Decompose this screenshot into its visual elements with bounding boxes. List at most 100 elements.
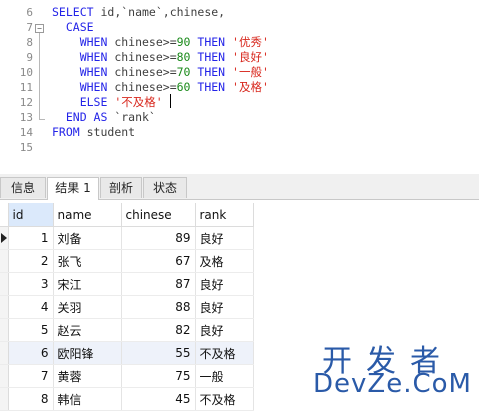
cell-rank[interactable]: 良好 (195, 272, 254, 296)
row-marker[interactable] (0, 272, 9, 296)
code-token: 90 (176, 35, 191, 49)
row-marker[interactable] (0, 226, 9, 250)
row-marker[interactable] (0, 318, 9, 342)
tab-profile[interactable]: 剖析 (100, 177, 142, 198)
cell-chinese[interactable]: 82 (121, 318, 196, 342)
cell-id[interactable]: 7 (8, 364, 54, 388)
code-token: student (86, 125, 136, 139)
code-line[interactable]: 10 WHEN chinese>=70 THEN '一般' (0, 65, 479, 80)
cell-id[interactable]: 1 (8, 226, 54, 250)
cell-id[interactable]: 3 (8, 272, 54, 296)
tab-status[interactable]: 状态 (143, 177, 187, 198)
code-text: CASE (52, 20, 94, 35)
line-number: 7 (26, 21, 33, 34)
code-line[interactable]: 12 ELSE '不及格' (0, 95, 479, 110)
table-row[interactable]: 5 赵云 82 良好 (0, 318, 254, 342)
code-token: WHEN (52, 35, 115, 49)
column-header-rank[interactable]: rank (195, 203, 254, 227)
cell-id[interactable]: 2 (8, 249, 54, 273)
code-token: chinese>= (114, 80, 177, 94)
code-token: WHEN (52, 80, 115, 94)
line-number: 6 (26, 6, 33, 19)
code-token: CASE (52, 20, 94, 34)
code-text: END AS `rank` (52, 110, 156, 125)
cell-name[interactable]: 韩信 (53, 387, 122, 411)
code-token: `rank` (114, 110, 156, 124)
code-line[interactable]: 13 END AS `rank` (0, 110, 479, 125)
code-line[interactable]: 8 WHEN chinese>=90 THEN '优秀' (0, 35, 479, 50)
code-text: WHEN chinese>=90 THEN '优秀' (52, 35, 269, 50)
code-text: WHEN chinese>=70 THEN '一般' (52, 65, 269, 80)
code-line[interactable]: 14 FROM student (0, 125, 479, 140)
sql-editor[interactable]: − 6 SELECT id,`name`,chinese, 7 CASE 8 WHEN… (0, 0, 479, 172)
cell-id[interactable]: 8 (8, 387, 54, 411)
line-number: 8 (26, 36, 33, 49)
code-token: THEN (190, 65, 233, 79)
cell-chinese[interactable]: 87 (121, 272, 196, 296)
line-number: 10 (19, 66, 33, 79)
cell-rank[interactable]: 良好 (195, 226, 254, 250)
cell-rank[interactable]: 不及格 (195, 341, 254, 365)
code-line[interactable]: 9 WHEN chinese>=80 THEN '良好' (0, 50, 479, 65)
code-text: WHEN chinese>=60 THEN '及格' (52, 80, 269, 95)
code-text: ELSE '不及格' (52, 95, 163, 110)
cell-name[interactable]: 赵云 (53, 318, 122, 342)
code-token: 70 (176, 65, 191, 79)
code-line[interactable]: 7 CASE (0, 20, 479, 35)
column-header-chinese[interactable]: chinese (121, 203, 196, 227)
row-marker[interactable] (0, 364, 9, 388)
table-row[interactable]: 8 韩信 45 不及格 (0, 387, 254, 411)
cell-name[interactable]: 关羽 (53, 295, 122, 319)
cell-chinese[interactable]: 45 (121, 387, 196, 411)
column-header-id[interactable]: id (8, 203, 54, 227)
code-token: '优秀' (232, 35, 269, 49)
table-row[interactable]: 3 宋江 87 良好 (0, 272, 254, 296)
row-marker[interactable] (0, 295, 9, 319)
table-row[interactable]: 6 欧阳锋 55 不及格 (0, 341, 254, 365)
table-row[interactable]: 2 张飞 67 及格 (0, 249, 254, 273)
line-number: 15 (19, 141, 33, 154)
cell-name[interactable]: 张飞 (53, 249, 122, 273)
row-marker[interactable] (0, 249, 9, 273)
cell-name[interactable]: 刘备 (53, 226, 122, 250)
tab-result-1[interactable]: 结果 1 (47, 177, 99, 200)
cell-id[interactable]: 6 (8, 341, 54, 365)
cell-id[interactable]: 5 (8, 318, 54, 342)
code-line[interactable]: 11 WHEN chinese>=60 THEN '及格' (0, 80, 479, 95)
cell-chinese[interactable]: 67 (121, 249, 196, 273)
line-number: 11 (19, 81, 33, 94)
cell-chinese[interactable]: 88 (121, 295, 196, 319)
cell-chinese[interactable]: 89 (121, 226, 196, 250)
code-line[interactable]: 15 (0, 140, 479, 155)
line-number: 13 (19, 111, 33, 124)
code-token: '及格' (232, 80, 269, 94)
cell-rank[interactable]: 及格 (195, 249, 254, 273)
cell-rank[interactable]: 良好 (195, 295, 254, 319)
cell-name[interactable]: 宋江 (53, 272, 122, 296)
cell-name[interactable]: 黄蓉 (53, 364, 122, 388)
code-token: chinese>= (114, 35, 177, 49)
current-row-arrow-icon (1, 233, 7, 243)
cell-rank[interactable]: 不及格 (195, 387, 254, 411)
code-token: WHEN (52, 50, 115, 64)
cell-rank[interactable]: 良好 (195, 318, 254, 342)
cell-rank[interactable]: 一般 (195, 364, 254, 388)
row-marker[interactable] (0, 341, 9, 365)
tab-info[interactable]: 信息 (0, 177, 46, 198)
result-grid[interactable]: id name chinese rank 1 刘备 89 良好 2 张飞 67 及格 3 宋江 87… (0, 203, 254, 411)
code-line[interactable]: 6 SELECT id,`name`,chinese, (0, 5, 479, 20)
cell-name[interactable]: 欧阳锋 (53, 341, 122, 365)
code-token: 80 (176, 50, 191, 64)
cell-chinese[interactable]: 55 (121, 341, 196, 365)
code-token: THEN (190, 50, 233, 64)
row-marker[interactable] (0, 387, 9, 411)
code-token: chinese>= (114, 50, 177, 64)
cell-id[interactable]: 4 (8, 295, 54, 319)
table-row[interactable]: 1 刘备 89 良好 (0, 226, 254, 250)
table-row[interactable]: 7 黄蓉 75 一般 (0, 364, 254, 388)
grid-header-row: id name chinese rank (0, 203, 254, 227)
line-number: 12 (19, 96, 33, 109)
cell-chinese[interactable]: 75 (121, 364, 196, 388)
column-header-name[interactable]: name (53, 203, 122, 227)
table-row[interactable]: 4 关羽 88 良好 (0, 295, 254, 319)
